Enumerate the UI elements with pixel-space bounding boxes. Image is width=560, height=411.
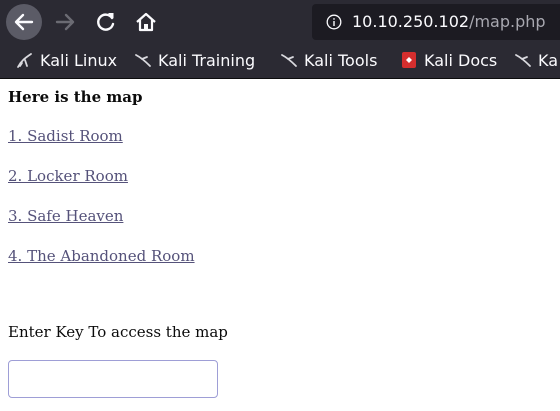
kali-dragon-icon [515,54,531,67]
browser-toolbar: 10.10.250.102/map.php [0,0,560,44]
bookmark-label: Kali Training [158,51,256,70]
address-bar[interactable]: 10.10.250.102/map.php [312,4,560,40]
reload-button[interactable] [90,4,122,40]
bookmark-label: Kali Docs [424,51,498,70]
kali-dragon-icon [17,53,32,68]
bookmark-kali-docs[interactable]: Kali Docs [400,50,497,72]
map-link-abandoned-room[interactable]: 4. The Abandoned Room [8,246,195,266]
bookmarks-toolbar: Kali Linux Kali Training Kali Tools Kali… [0,44,560,79]
bookmark-label: Ka [538,51,559,70]
info-icon[interactable] [326,14,342,30]
home-button[interactable] [130,4,162,40]
page-content: Here is the map 1. Sadist Room 2. Locker… [0,79,560,411]
bookmark-kali-training[interactable]: Kali Training [134,50,255,72]
back-button[interactable] [6,4,42,40]
reload-icon [97,13,115,31]
url-path: /map.php [469,12,546,31]
key-label: Enter Key To access the map [8,323,228,341]
home-icon [136,12,156,32]
url-host: 10.10.250.102 [352,12,470,31]
forward-arrow-icon [55,13,75,31]
url-text: 10.10.250.102/map.php [352,11,546,33]
kali-dragon-icon [135,54,151,67]
bookmark-kali-tools[interactable]: Kali Tools [280,50,377,72]
map-link-locker-room[interactable]: 2. Locker Room [8,166,128,186]
bookmark-kali-more[interactable]: Ka [514,50,558,72]
back-arrow-icon [14,13,34,31]
key-input[interactable] [8,360,218,398]
kali-dragon-icon [281,54,297,67]
bookmark-label: Kali Tools [304,51,378,70]
kali-docs-icon [402,52,416,68]
page-heading: Here is the map [8,88,143,106]
bookmark-kali-linux[interactable]: Kali Linux [16,50,117,72]
bookmark-label: Kali Linux [40,51,118,70]
forward-button[interactable] [50,4,82,40]
map-link-sadist-room[interactable]: 1. Sadist Room [8,126,123,146]
map-link-safe-heaven[interactable]: 3. Safe Heaven [8,206,123,226]
